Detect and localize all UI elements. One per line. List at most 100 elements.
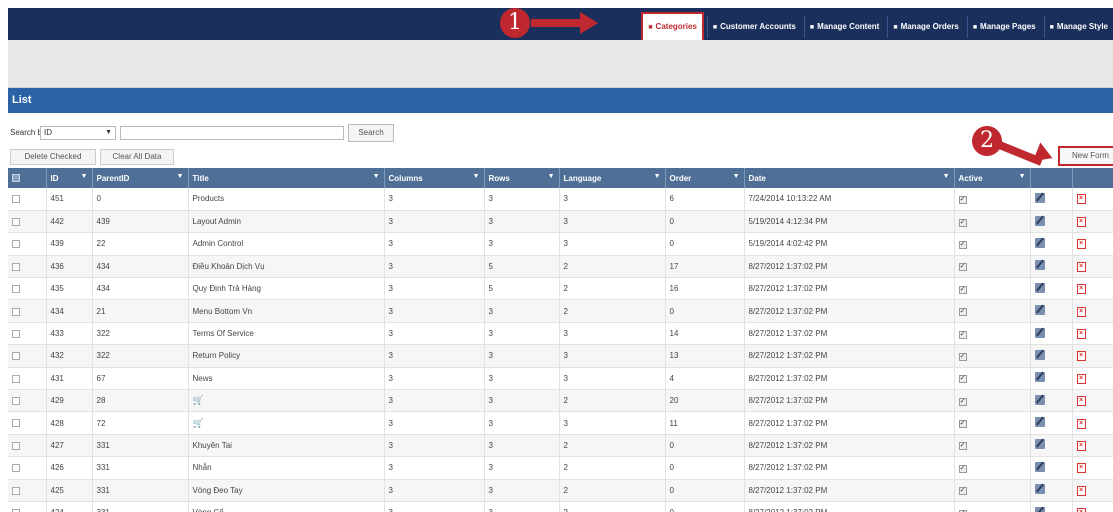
delete-icon[interactable]: × <box>1076 508 1086 512</box>
delete-icon[interactable]: × <box>1076 217 1086 228</box>
row-checkbox[interactable] <box>12 419 20 428</box>
delete-checked-button[interactable]: Delete Checked <box>10 149 96 165</box>
cell-language: 3 <box>559 367 666 391</box>
edit-icon[interactable] <box>1034 349 1045 360</box>
row-checkbox[interactable] <box>12 307 20 316</box>
cell-order: 14 <box>665 322 745 346</box>
delete-icon[interactable]: × <box>1076 194 1086 205</box>
column-header-label: Active <box>958 173 983 183</box>
active-checkbox[interactable]: ✓ <box>958 218 967 227</box>
edit-icon[interactable] <box>1034 506 1045 512</box>
column-header-id[interactable]: ID ▼ <box>46 168 93 188</box>
row-checkbox[interactable] <box>12 486 20 495</box>
sort-caret-icon[interactable]: ▼ <box>1019 173 1026 180</box>
column-header-active[interactable]: Active ▼ <box>954 168 1031 188</box>
delete-icon[interactable]: × <box>1076 373 1086 384</box>
column-header-language[interactable]: Language ▼ <box>559 168 666 188</box>
new-form-button[interactable]: New Form <box>1058 146 1113 166</box>
active-checkbox[interactable]: ✓ <box>958 464 967 473</box>
row-checkbox[interactable] <box>12 262 20 271</box>
search-input[interactable] <box>120 126 344 140</box>
delete-icon[interactable]: × <box>1076 351 1086 362</box>
cell-date: 8/27/2012 1:37:02 PM <box>744 344 955 368</box>
delete-icon[interactable]: × <box>1076 261 1086 272</box>
clear-all-data-button[interactable]: Clear All Data <box>100 149 174 165</box>
tab-customer-accounts[interactable]: ■ Customer Accounts <box>706 16 801 38</box>
tab-label: Manage Pages <box>980 22 1036 31</box>
row-checkbox[interactable] <box>12 374 20 383</box>
tab-manage-content[interactable]: ■ Manage Content <box>803 16 885 38</box>
column-header-title[interactable]: Title ▼ <box>188 168 385 188</box>
edit-icon[interactable] <box>1034 327 1045 338</box>
search-button[interactable]: Search <box>348 124 394 142</box>
sort-caret-icon[interactable]: ▼ <box>943 173 950 180</box>
arrow-right-icon <box>531 19 581 27</box>
cell-id: 426 <box>46 456 93 480</box>
edit-icon[interactable] <box>1034 305 1045 316</box>
column-header-columns[interactable]: Columns ▼ <box>384 168 485 188</box>
sort-caret-icon[interactable]: ▼ <box>81 173 88 180</box>
edit-icon[interactable] <box>1034 394 1045 405</box>
sort-caret-icon[interactable]: ▼ <box>373 173 380 180</box>
edit-icon[interactable] <box>1034 192 1045 203</box>
cell-delete: × <box>1072 344 1113 368</box>
column-header-rows[interactable]: Rows ▼ <box>484 168 560 188</box>
edit-icon[interactable] <box>1034 439 1045 450</box>
active-checkbox[interactable]: ✓ <box>958 240 967 249</box>
delete-icon[interactable]: × <box>1076 306 1086 317</box>
tab-manage-style[interactable]: ■ Manage Style <box>1043 16 1113 38</box>
edit-icon[interactable] <box>1034 372 1045 383</box>
row-checkbox[interactable] <box>12 195 20 204</box>
edit-icon[interactable] <box>1034 215 1045 226</box>
row-checkbox[interactable] <box>12 217 20 226</box>
delete-icon[interactable]: × <box>1076 396 1086 407</box>
active-checkbox[interactable]: ✓ <box>958 375 967 384</box>
delete-icon[interactable]: × <box>1076 440 1086 451</box>
active-checkbox[interactable]: ✓ <box>958 308 967 317</box>
row-checkbox[interactable] <box>12 397 20 406</box>
delete-icon[interactable]: × <box>1076 463 1086 474</box>
column-header-parentid[interactable]: ParentID ▼ <box>92 168 189 188</box>
sort-caret-icon[interactable]: ▼ <box>473 173 480 180</box>
edit-icon[interactable] <box>1034 461 1045 472</box>
delete-icon[interactable]: × <box>1076 418 1086 429</box>
active-checkbox[interactable]: ✓ <box>958 195 967 204</box>
row-checkbox[interactable] <box>12 240 20 249</box>
active-checkbox[interactable]: ✓ <box>958 330 967 339</box>
row-checkbox[interactable] <box>12 352 20 361</box>
delete-icon[interactable]: × <box>1076 239 1086 250</box>
sort-caret-icon[interactable]: ▼ <box>733 173 740 180</box>
sort-caret-icon[interactable]: ▼ <box>654 173 661 180</box>
column-header-date[interactable]: Date ▼ <box>744 168 955 188</box>
row-checkbox[interactable] <box>12 329 20 338</box>
sort-caret-icon[interactable]: ▼ <box>177 173 184 180</box>
tab-categories[interactable]: ■ Categories <box>641 12 704 42</box>
edit-icon[interactable] <box>1034 417 1045 428</box>
select-all-checkbox[interactable] <box>12 174 20 183</box>
active-checkbox[interactable]: ✓ <box>958 352 967 361</box>
tab-manage-orders[interactable]: ■ Manage Orders <box>887 16 964 38</box>
cell-columns: 3 <box>384 344 485 368</box>
edit-icon[interactable] <box>1034 484 1045 495</box>
row-checkbox[interactable] <box>12 285 20 294</box>
column-header-order[interactable]: Order ▼ <box>665 168 745 188</box>
active-checkbox[interactable]: ✓ <box>958 397 967 406</box>
active-checkbox[interactable]: ✓ <box>958 263 967 272</box>
select-all-header[interactable] <box>8 168 47 188</box>
search-field-select[interactable]: ID ▼ <box>40 126 116 140</box>
active-checkbox[interactable]: ✓ <box>958 442 967 451</box>
edit-icon[interactable] <box>1034 237 1045 248</box>
delete-icon[interactable]: × <box>1076 329 1086 340</box>
row-checkbox[interactable] <box>12 441 20 450</box>
active-checkbox[interactable]: ✓ <box>958 420 967 429</box>
active-checkbox[interactable]: ✓ <box>958 487 967 496</box>
cell-rows: 3 <box>484 367 560 391</box>
row-checkbox[interactable] <box>12 464 20 473</box>
edit-icon[interactable] <box>1034 260 1045 271</box>
edit-icon[interactable] <box>1034 282 1045 293</box>
sort-caret-icon[interactable]: ▼ <box>548 173 555 180</box>
tab-manage-pages[interactable]: ■ Manage Pages <box>966 16 1041 38</box>
delete-icon[interactable]: × <box>1076 284 1086 295</box>
delete-icon[interactable]: × <box>1076 485 1086 496</box>
active-checkbox[interactable]: ✓ <box>958 285 967 294</box>
